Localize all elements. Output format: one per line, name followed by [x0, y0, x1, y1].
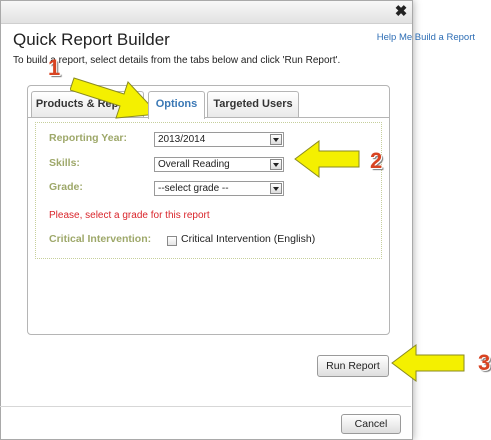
- dropdown-arrow-icon[interactable]: [270, 183, 282, 194]
- skills-value: Overall Reading: [158, 159, 230, 170]
- annotation-arrow-3: [391, 344, 465, 382]
- grade-label: Grade:: [49, 181, 83, 193]
- critical-intervention-checkbox[interactable]: [167, 236, 177, 246]
- footer-divider: [0, 406, 411, 407]
- reporting-year-label: Reporting Year:: [49, 132, 127, 144]
- grade-error-message: Please, select a grade for this report: [49, 210, 210, 221]
- skills-label: Skills:: [49, 157, 80, 169]
- reporting-year-value: 2013/2014: [158, 134, 206, 145]
- instructions-text: To build a report, select details from t…: [13, 55, 341, 66]
- annotation-number-1: 1: [48, 55, 61, 80]
- grade-value: --select grade --: [158, 183, 229, 194]
- tab-options[interactable]: Options: [148, 91, 205, 119]
- dialog-titlebar: ✖: [1, 1, 412, 24]
- skills-select[interactable]: Overall Reading: [154, 157, 284, 172]
- reporting-year-select[interactable]: 2013/2014: [154, 132, 284, 147]
- annotation-number-2: 2: [370, 148, 383, 173]
- grade-select[interactable]: --select grade --: [154, 181, 284, 196]
- tab-targeted-users[interactable]: Targeted Users: [207, 91, 299, 117]
- critical-intervention-checkbox-label[interactable]: Critical Intervention (English): [181, 233, 315, 245]
- help-link[interactable]: Help Me Build a Report: [377, 32, 475, 43]
- run-report-button[interactable]: Run Report: [317, 355, 389, 377]
- annotation-arrow-2: [294, 140, 360, 178]
- critical-intervention-label: Critical Intervention:: [49, 233, 152, 245]
- close-icon[interactable]: ✖: [393, 4, 409, 20]
- annotation-arrow-1: [70, 77, 160, 119]
- dialog-title: Quick Report Builder: [13, 30, 170, 49]
- annotation-number-3: 3: [478, 350, 491, 375]
- dropdown-arrow-icon[interactable]: [270, 134, 282, 145]
- dropdown-arrow-icon[interactable]: [270, 159, 282, 170]
- cancel-button[interactable]: Cancel: [341, 414, 401, 434]
